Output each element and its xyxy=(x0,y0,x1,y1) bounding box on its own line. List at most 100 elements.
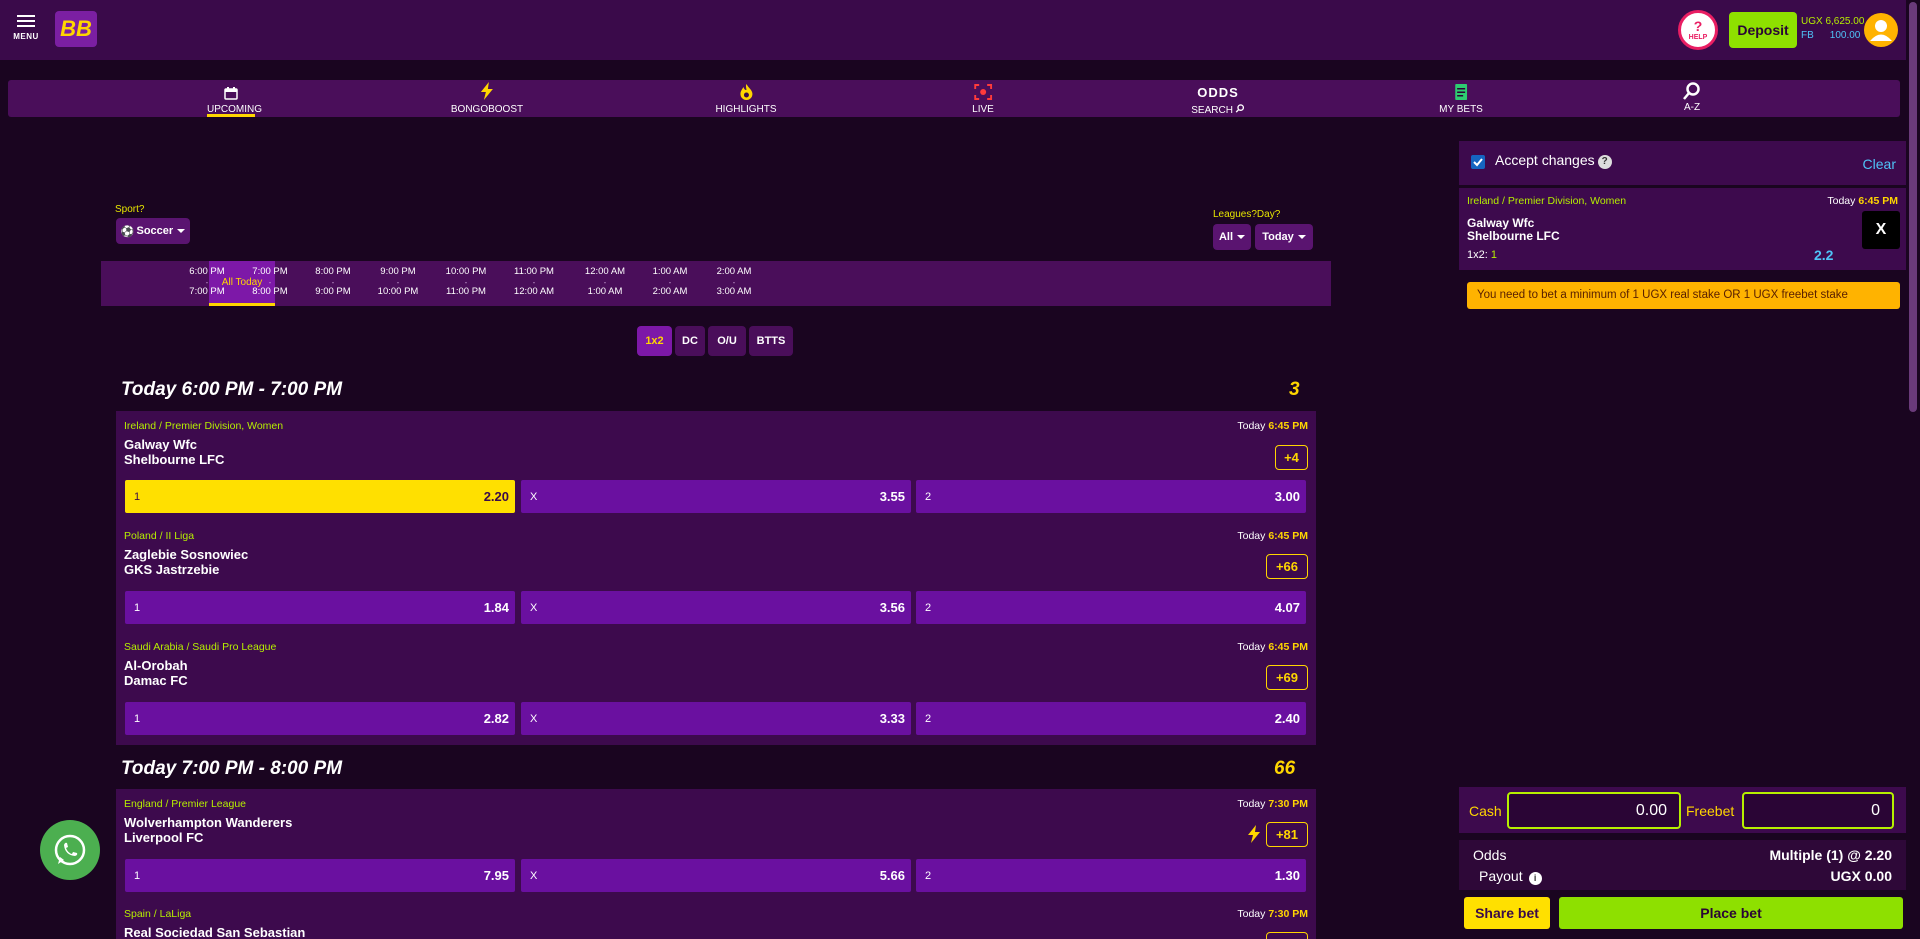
odds-button-away[interactable]: 2 2.40 xyxy=(916,702,1306,735)
market-tab-btts[interactable]: BTTS xyxy=(749,326,793,356)
nav-label-search: SEARCH xyxy=(1191,105,1233,116)
time-slot[interactable]: 7:00 PM -8:00 PM xyxy=(252,261,287,306)
deposit-button[interactable]: Deposit xyxy=(1729,12,1797,48)
whatsapp-icon[interactable] xyxy=(40,820,100,880)
odds-button-draw[interactable]: X 3.56 xyxy=(521,591,911,624)
odds-label: Odds xyxy=(1473,847,1507,863)
time-slot[interactable]: 8:00 PM -9:00 PM xyxy=(315,261,350,306)
main-nav: UPCOMING BONGOBOOST HIGHLIGHTS LIVE ODDS… xyxy=(8,80,1900,117)
odds-label: 1 xyxy=(134,602,141,614)
nav-live[interactable]: LIVE xyxy=(972,80,994,117)
odds-value: 2.82 xyxy=(483,711,509,726)
time-slot-bar: All Today 6:00 PM -7:00 PM 7:00 PM -8:00 PM… xyxy=(101,261,1331,306)
time-slot-from: 1:00 AM xyxy=(652,266,688,277)
section-title: Today 6:00 PM - 7:00 PM xyxy=(121,379,343,400)
more-markets-button[interactable]: +81 xyxy=(1266,822,1308,847)
nav-highlights[interactable]: HIGHLIGHTS xyxy=(715,80,777,117)
more-markets-button[interactable]: +66 xyxy=(1266,554,1308,579)
place-bet-button[interactable]: Place bet xyxy=(1559,897,1903,929)
odds-button-draw[interactable]: X 5.66 xyxy=(521,859,911,892)
flame-icon xyxy=(715,80,776,100)
logo[interactable]: BB xyxy=(55,11,97,47)
bolt-icon xyxy=(1246,825,1262,848)
help-button[interactable]: ? HELP xyxy=(1678,10,1718,50)
market-tab-dc[interactable]: DC xyxy=(675,326,705,356)
scrollbar-thumb[interactable] xyxy=(1909,2,1917,412)
odds-button-draw[interactable]: X 3.33 xyxy=(521,702,911,735)
nav-label: A-Z xyxy=(1683,102,1701,113)
remove-selection-button[interactable]: X xyxy=(1862,211,1900,249)
odds-button-home[interactable]: 1 1.84 xyxy=(125,591,515,624)
time-slot-from: 8:00 PM xyxy=(315,266,351,277)
time-slot[interactable]: 6:00 PM -7:00 PM xyxy=(189,261,224,306)
away-team: Liverpool FC xyxy=(124,830,204,845)
time-slot[interactable]: 2:00 AM -3:00 AM xyxy=(717,261,752,306)
time-slot-to: 7:00 PM xyxy=(189,286,225,297)
freebet-stake-input[interactable] xyxy=(1742,792,1894,829)
time-slot[interactable]: 12:00 AM -1:00 AM xyxy=(585,261,625,306)
accept-changes-label: Accept changes xyxy=(1495,152,1595,168)
match-day: Today xyxy=(1237,530,1266,542)
soccer-ball-icon: ⚽ xyxy=(120,225,135,238)
market-tab-1x2[interactable]: 1x2 xyxy=(637,326,672,356)
odds-button-away[interactable]: 2 1.30 xyxy=(916,859,1306,892)
selection-odds: 2.2 xyxy=(1814,247,1834,263)
nav-bongoboost[interactable]: BONGOBOOST xyxy=(451,80,523,117)
more-markets-button[interactable]: +69 xyxy=(1266,665,1308,690)
time-slot[interactable]: 9:00 PM -10:00 PM xyxy=(378,261,419,306)
share-bet-button[interactable]: Share bet xyxy=(1464,897,1550,929)
time-slot[interactable]: 1:00 AM -2:00 AM xyxy=(653,261,688,306)
time-slot[interactable]: 11:00 PM -12:00 AM xyxy=(514,261,554,306)
odds-button-home[interactable]: 1 7.95 xyxy=(125,859,515,892)
match-time: Today 6:45 PM xyxy=(1237,641,1308,653)
menu-button[interactable]: MENU xyxy=(12,12,40,48)
time-slot-from: 9:00 PM xyxy=(380,266,416,277)
match-row: Spain / LaLiga Today 7:30 PM Real Socied… xyxy=(116,899,1316,939)
min-stake-warning: You need to bet a minimum of 1 UGX real … xyxy=(1467,282,1900,309)
teams: Al-Orobah Damac FC xyxy=(124,658,188,688)
sport-dropdown[interactable]: ⚽ Soccer xyxy=(116,218,190,244)
kickoff-time: 7:30 PM xyxy=(1268,908,1308,920)
market-tab-ou[interactable]: O/U xyxy=(708,326,746,356)
match-day: Today xyxy=(1237,908,1266,920)
match-day: Today xyxy=(1237,798,1266,810)
league-dropdown[interactable]: All xyxy=(1213,224,1251,250)
time-slot-from: 6:00 PM xyxy=(189,266,225,277)
kickoff-time: 7:30 PM xyxy=(1268,798,1308,810)
match-time: Today 6:45 PM xyxy=(1237,420,1308,432)
nav-label: UPCOMING xyxy=(207,104,262,115)
nav-a-z[interactable]: A-Z xyxy=(1683,80,1701,117)
match-time: Today 6:45 PM xyxy=(1827,195,1898,207)
time-slot[interactable]: 10:00 PM -11:00 PM xyxy=(446,261,487,306)
nav-odds-search[interactable]: ODDS SEARCH xyxy=(1191,80,1245,117)
receipt-icon xyxy=(1439,80,1483,100)
freebet-label: FB xyxy=(1801,30,1814,41)
nav-upcoming[interactable]: UPCOMING xyxy=(207,80,262,117)
cash-stake-input[interactable] xyxy=(1507,792,1681,829)
day-dropdown[interactable]: Today xyxy=(1255,224,1313,250)
more-markets-button[interactable] xyxy=(1266,932,1308,939)
match-row: Ireland / Premier Division, Women Today … xyxy=(116,411,1316,521)
more-markets-button[interactable]: +4 xyxy=(1275,445,1308,470)
nav-my-bets[interactable]: MY BETS xyxy=(1439,80,1483,117)
home-team: Galway Wfc xyxy=(124,437,197,452)
odds-button-draw[interactable]: X 3.55 xyxy=(521,480,911,513)
match-row: Poland / II Liga Today 6:45 PM Zaglebie … xyxy=(116,521,1316,632)
league-name: Saudi Arabia / Saudi Pro League xyxy=(124,641,277,653)
odds-button-home[interactable]: 1 2.82 xyxy=(125,702,515,735)
odds-button-away[interactable]: 2 4.07 xyxy=(916,591,1306,624)
odds-button-away[interactable]: 2 3.00 xyxy=(916,480,1306,513)
info-icon[interactable]: i xyxy=(1528,872,1542,885)
odds-button-home[interactable]: 1 2.20 xyxy=(125,480,515,513)
away-team: Shelbourne LFC xyxy=(1467,229,1560,243)
clear-betslip-button[interactable]: Clear xyxy=(1863,156,1896,172)
accept-changes-checkbox[interactable] xyxy=(1471,155,1485,169)
chevron-down-icon xyxy=(1297,235,1306,239)
betslip-selection: Ireland / Premier Division, Women Today … xyxy=(1459,188,1906,270)
odds-value: 2.20 xyxy=(483,489,509,504)
home-team: Zaglebie Sosnowiec xyxy=(124,547,249,562)
scrollbar[interactable] xyxy=(1906,0,1920,939)
time-slot-to: 1:00 AM xyxy=(587,286,623,297)
help-icon[interactable]: ? xyxy=(1597,155,1612,169)
user-avatar-icon[interactable] xyxy=(1864,13,1898,47)
